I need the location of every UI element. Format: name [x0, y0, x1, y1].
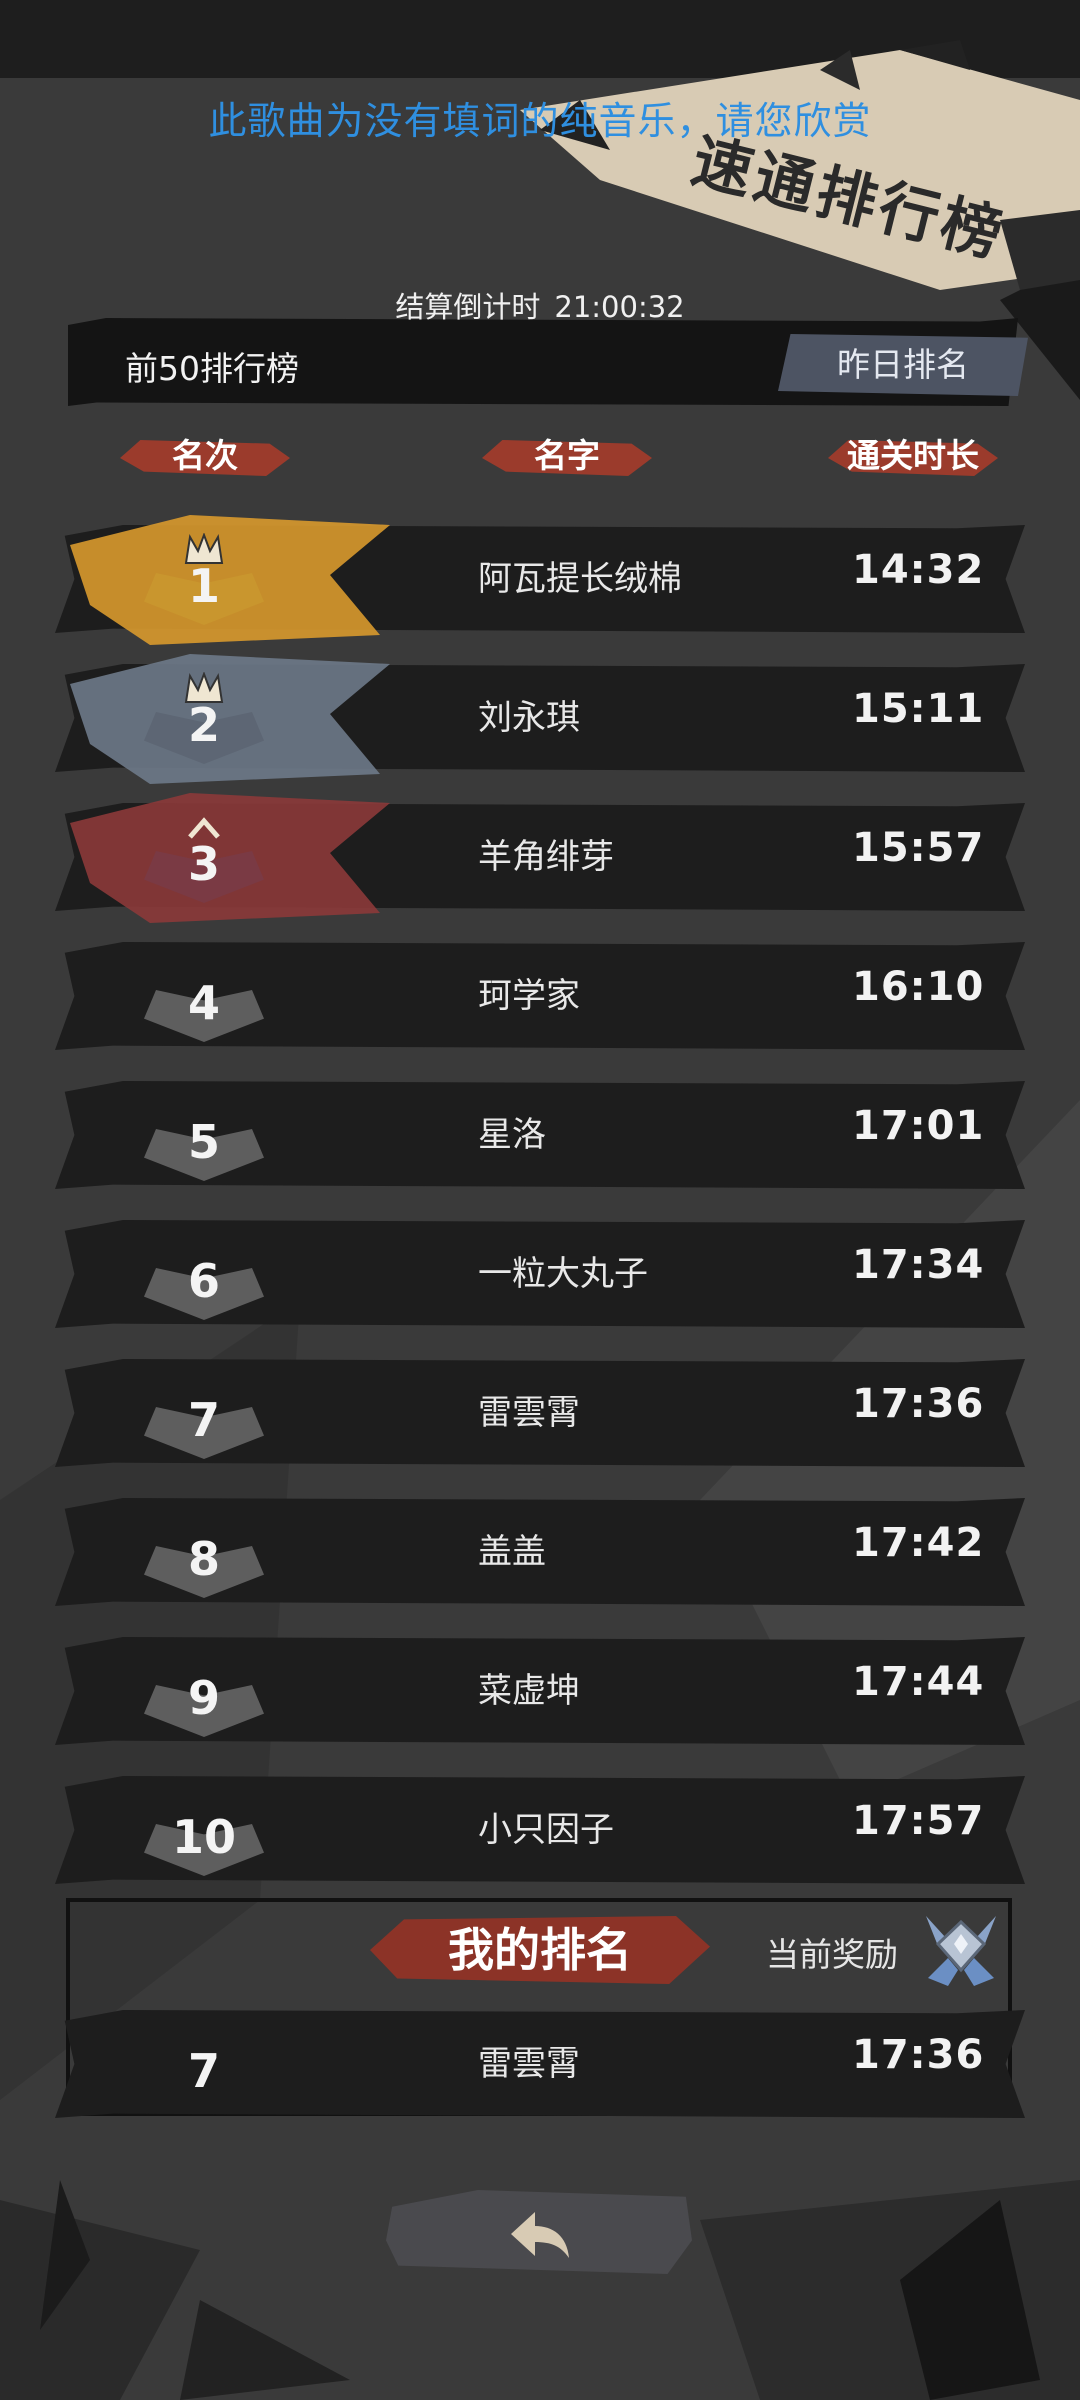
- clear-time: 14:32: [852, 547, 985, 593]
- player-name: 菜虚坤: [478, 1671, 580, 1711]
- player-name: 一粒大丸子: [478, 1254, 648, 1294]
- settlement-countdown: 结算倒计时 21:00:32: [0, 284, 1080, 326]
- rank-badge: 9: [144, 1649, 264, 1739]
- player-name: 小只因子: [478, 1810, 614, 1850]
- my-rank-time: 17:36: [852, 2032, 985, 2078]
- crown-icon: [184, 672, 224, 703]
- clear-time: 17:57: [852, 1798, 985, 1844]
- clear-time: 17:01: [852, 1103, 985, 1149]
- my-rank-badge: 7: [144, 2022, 264, 2112]
- player-name: 星洛: [478, 1115, 546, 1155]
- column-header-rank: 名次: [100, 428, 310, 484]
- rank-badge: 4: [144, 954, 264, 1044]
- my-rank-title: 我的排名: [380, 1908, 700, 1992]
- yesterday-ranking-button[interactable]: 昨日排名: [778, 334, 1028, 396]
- rank-badge: 10: [144, 1788, 264, 1878]
- column-header-time: 通关时长: [808, 428, 1018, 484]
- my-rank-name: 雷雲霄: [478, 2044, 580, 2084]
- rank-badge: 7: [144, 1371, 264, 1461]
- player-name: 羊角绯芽: [478, 837, 614, 877]
- title-banner: [520, 40, 1080, 290]
- clear-time: 15:57: [852, 825, 985, 871]
- current-reward-label: 当前奖励: [766, 1935, 898, 1974]
- crown-icon: [188, 817, 220, 839]
- crown-icon: [184, 533, 224, 564]
- rank-badge: 6: [144, 1232, 264, 1322]
- leaderboard-title: 前50排行榜: [125, 349, 299, 388]
- player-name: 刘永琪: [478, 698, 580, 738]
- clear-time: 17:36: [852, 1381, 985, 1427]
- column-header-name: 名字: [462, 428, 672, 484]
- clear-time: 16:10: [852, 964, 985, 1010]
- clear-time: 17:34: [852, 1242, 985, 1288]
- player-name: 阿瓦提长绒棉: [478, 559, 682, 599]
- rank-badge: 8: [144, 1510, 264, 1600]
- player-name: 盖盖: [478, 1532, 546, 1572]
- rank-badge: 5: [144, 1093, 264, 1183]
- clear-time: 17:44: [852, 1659, 985, 1705]
- music-notice: 此歌曲为没有填词的纯音乐，请您欣赏: [208, 99, 872, 143]
- back-arrow-icon: [511, 2212, 569, 2258]
- silver-medal-icon[interactable]: [918, 1908, 1004, 1988]
- clear-time: 17:42: [852, 1520, 985, 1566]
- countdown-label: 结算倒计时: [395, 290, 541, 324]
- player-name: 雷雲霄: [478, 1393, 580, 1433]
- countdown-time: 21:00:32: [554, 290, 685, 324]
- clear-time: 15:11: [852, 686, 985, 732]
- player-name: 珂学家: [478, 976, 580, 1016]
